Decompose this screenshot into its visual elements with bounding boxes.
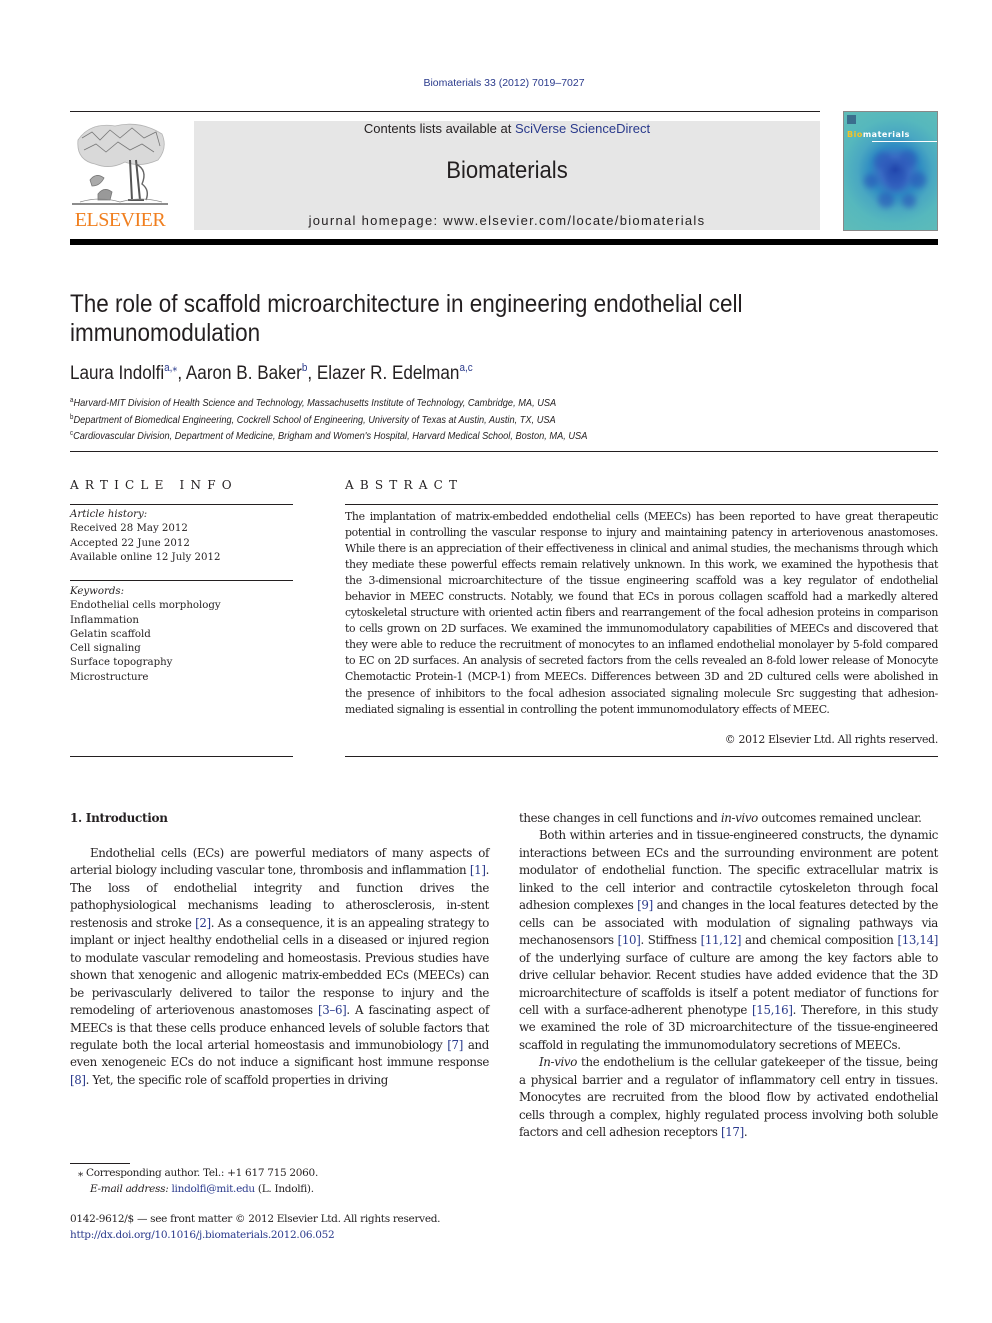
paragraph: these changes in cell functions and in-v…	[519, 811, 922, 825]
section-heading-introduction: 1. Introduction	[70, 811, 168, 825]
italic-term: in-vivo	[720, 811, 758, 825]
author-name: Laura Indolfi	[70, 363, 165, 384]
keyword: Gelatin scaffold	[70, 628, 151, 640]
asterisk-marker: ⁎	[78, 1167, 83, 1179]
citation-link[interactable]: [15,16]	[752, 1003, 793, 1017]
citation-link[interactable]: [13,14]	[897, 933, 938, 947]
article-info-divider	[70, 504, 293, 505]
author-name: Elazer R. Edelman	[316, 363, 460, 384]
citation-link[interactable]: [17]	[721, 1125, 744, 1139]
article-history: Article history: Received 28 May 2012 Ac…	[70, 508, 220, 565]
body-column-right: these changes in cell functions and in-v…	[519, 810, 938, 1142]
abstract-bottom-divider	[345, 756, 938, 757]
header-thick-divider	[70, 239, 938, 245]
affiliation: aHarvard-MIT Division of Health Science …	[70, 397, 557, 409]
citation-link[interactable]: [2]	[195, 916, 211, 930]
citation-link[interactable]: [9]	[637, 898, 653, 912]
email-note: E-mail address: lindolfi@mit.edu (L. Ind…	[90, 1182, 314, 1195]
article-info-bottom-divider	[70, 756, 293, 757]
journal-name: Biomaterials	[446, 157, 568, 184]
author-name: Aaron B. Baker	[185, 363, 302, 384]
contents-availability: Contents lists available at SciVerse Sci…	[194, 121, 820, 136]
corresponding-author-note: ⁎ Corresponding author. Tel.: +1 617 715…	[78, 1167, 318, 1179]
italic-term: In-vivo	[539, 1055, 577, 1070]
author-affiliation-ref[interactable]: a,⁎	[164, 362, 177, 374]
contents-prefix: Contents lists available at	[363, 121, 515, 136]
journal-homepage: journal homepage: www.elsevier.com/locat…	[194, 213, 820, 228]
footnote-divider	[70, 1163, 130, 1164]
elsevier-logo: ELSEVIER	[70, 120, 170, 232]
keyword: Endothelial cells morphology	[70, 600, 221, 612]
email-link[interactable]: lindolfi@mit.edu	[171, 1183, 255, 1195]
keywords-list: Keywords: Endothelial cells morphology I…	[70, 585, 221, 685]
citation-link[interactable]: [10]	[618, 933, 641, 947]
paragraph: Both within arteries and in tissue-engin…	[519, 828, 939, 1052]
cover-publisher-logo-icon	[847, 115, 856, 124]
citation-link[interactable]: [1]	[470, 863, 486, 877]
keyword: Surface topography	[70, 657, 173, 669]
footnotes: ⁎ Corresponding author. Tel.: +1 617 715…	[78, 1166, 318, 1197]
abstract-copyright: © 2012 Elsevier Ltd. All rights reserved…	[724, 733, 939, 746]
abstract-heading: ABSTRACT	[345, 478, 464, 492]
issn-copyright: 0142-9612/$ — see front matter © 2012 El…	[70, 1213, 441, 1225]
citation-link[interactable]: [8]	[70, 1073, 86, 1087]
homepage-prefix: journal homepage:	[308, 213, 444, 228]
email-label: E-mail address:	[90, 1182, 169, 1195]
citation-link[interactable]: [7]	[447, 1038, 463, 1052]
cover-title: Biomaterials	[847, 130, 910, 139]
abstract-body: The implantation of matrix-embedded endo…	[345, 510, 938, 716]
affiliation: bDepartment of Biomedical Engineering, C…	[70, 413, 556, 426]
history-item: Available online 12 July 2012	[70, 551, 221, 563]
elsevier-tree-icon	[72, 123, 168, 205]
citation-link[interactable]: [3–6]	[318, 1003, 347, 1017]
keyword: Cell signaling	[70, 643, 141, 655]
journal-cover-thumbnail[interactable]: Biomaterials	[843, 111, 938, 231]
keywords-divider	[70, 580, 293, 581]
journal-homepage-link[interactable]: www.elsevier.com/locate/biomaterials	[443, 213, 705, 228]
sciencedirect-link[interactable]: SciVerse ScienceDirect	[515, 121, 650, 136]
article-title: The role of scaffold microarchitecture i…	[70, 290, 743, 347]
citation-link[interactable]: [11,12]	[701, 933, 742, 947]
journal-citation-link[interactable]: Biomaterials 33 (2012) 7019–7027	[0, 77, 992, 89]
history-label: Article history:	[70, 509, 148, 520]
elsevier-wordmark: ELSEVIER	[74, 209, 166, 231]
article-info-heading: ARTICLE INFO	[70, 478, 238, 492]
affiliation: cCardiovascular Division, Department of …	[70, 430, 588, 442]
affiliations: aHarvard-MIT Division of Health Science …	[70, 394, 587, 444]
keywords-label: Keywords:	[70, 586, 125, 597]
abstract-divider	[345, 504, 938, 505]
affiliations-divider	[70, 451, 938, 452]
body-column-left: Endothelial cells (ECs) are powerful med…	[70, 845, 489, 1089]
keyword: Microstructure	[70, 671, 149, 683]
author-affiliation-ref[interactable]: a,c	[459, 362, 472, 374]
header-top-divider	[70, 111, 820, 112]
history-item: Accepted 22 June 2012	[70, 537, 190, 549]
doi-link[interactable]: http://dx.doi.org/10.1016/j.biomaterials…	[70, 1229, 335, 1241]
author-list: Laura Indolfia,⁎, Aaron B. Bakerb, Elaze…	[70, 362, 473, 384]
keyword: Inflammation	[70, 614, 139, 626]
cover-divider	[872, 141, 937, 142]
front-matter: 0142-9612/$ — see front matter © 2012 El…	[70, 1212, 440, 1243]
journal-masthead: Contents lists available at SciVerse Sci…	[194, 121, 820, 230]
history-item: Received 28 May 2012	[70, 523, 188, 535]
paragraph: In-vivo the endothelium is the cellular …	[519, 1055, 938, 1140]
paragraph: Endothelial cells (ECs) are powerful med…	[70, 846, 489, 1087]
